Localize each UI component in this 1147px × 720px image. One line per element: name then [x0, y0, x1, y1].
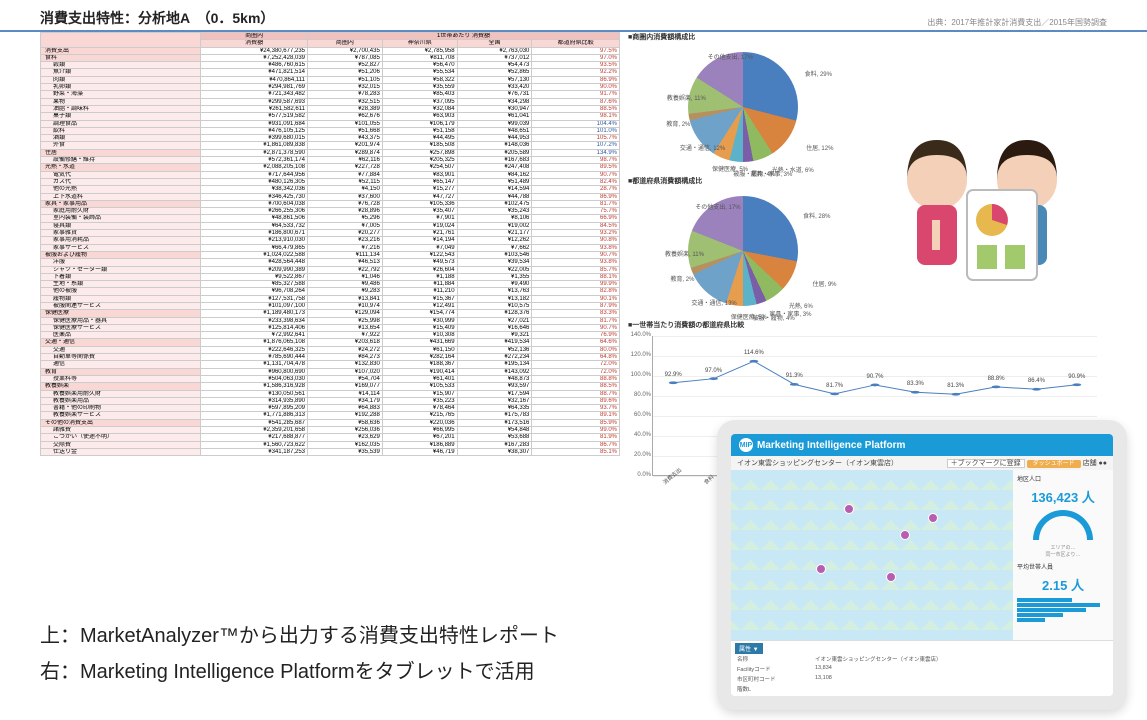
footer-row: 市区町村コード13,108: [735, 674, 1109, 684]
pie-slice-label: その他支出, 17%: [695, 202, 740, 211]
tablet-footer: 属性 ▼ 名称イオン東雲ショッピングセンター（イオン東雲店）Facilityコー…: [731, 640, 1113, 696]
side-label-population: 地区人口: [1017, 474, 1109, 483]
tablet-sub-bar: イオン東雲ショッピングセンター（イオン東雲店） ＋ブックマークに登録 ダッシュボ…: [731, 456, 1113, 470]
line-title: ■一世帯当たり消費額の都道府県比較: [628, 320, 1107, 330]
line-point-label: 83.3%: [907, 381, 924, 387]
tablet-sub-right: 店舗 ●●: [1083, 460, 1107, 467]
pie-slice-label: 教育, 2%: [666, 119, 690, 128]
pie-slice-label: 保健医療, 5%: [731, 312, 767, 321]
tablet-brand: Marketing Intelligence Platform: [757, 440, 905, 451]
line-point-label: 90.7%: [866, 374, 883, 380]
pie-slice-label: 食料, 28%: [803, 211, 830, 220]
line-point-label: 88.8%: [988, 376, 1005, 382]
population-value: 136,423 人: [1017, 487, 1109, 506]
line-point-label: 91.3%: [786, 373, 803, 379]
expenditure-table: 商圏内1世帯あたり 消費額消費額商圏内神奈川県全国都道府県比較消費支出¥24,3…: [40, 32, 620, 488]
footer-row: 階数L: [735, 684, 1109, 694]
page-title: 消費支出特性：分析地A （0．5km）: [40, 8, 274, 28]
pie-slice-label: 教養娯楽, 11%: [667, 93, 706, 102]
line-point-label: 81.3%: [947, 383, 964, 389]
people-illustration: [877, 120, 1107, 320]
dashboard-button[interactable]: ダッシュボード: [1027, 460, 1081, 468]
pie-slice-label: 住居, 9%: [812, 279, 836, 288]
line-point-label: 92.9%: [665, 372, 682, 378]
tablet-app-header: MIP Marketing Intelligence Platform: [731, 434, 1113, 456]
captions: 上：MarketAnalyzer™から出力する消費支出特性レポート 右：Mark…: [40, 618, 559, 690]
bars-icon: [1017, 598, 1109, 622]
gauge-icon: [1033, 510, 1093, 540]
mip-badge: MIP: [739, 438, 753, 452]
pie-slice-label: 教育, 2%: [670, 274, 694, 283]
footer-row: Facilityコード13,834: [735, 664, 1109, 674]
line-point-label: 114.6%: [744, 350, 764, 356]
pie-slice-label: 住居, 12%: [806, 143, 833, 152]
caption-top: 上：MarketAnalyzer™から出力する消費支出特性レポート: [40, 618, 559, 654]
line-point-label: 97.0%: [705, 368, 722, 374]
tablet-mockup: MIP Marketing Intelligence Platform イオン東…: [717, 420, 1127, 710]
pie-slice-label: 教養娯楽, 11%: [665, 249, 704, 258]
footer-title[interactable]: 属性 ▼: [735, 643, 763, 654]
line-point-label: 90.9%: [1068, 374, 1085, 380]
pie-slice-label: 交通・通信, 12%: [680, 143, 725, 152]
side-label-household: 平均世帯人員: [1017, 562, 1109, 571]
pie-slice-label: 食料, 29%: [805, 69, 832, 78]
line-point-label: 86.4%: [1028, 378, 1045, 384]
tablet-subtitle: イオン東雲ショッピングセンター（イオン東雲店）: [737, 458, 898, 468]
household-value: 2.15 人: [1017, 575, 1109, 594]
tablet-side-panel: 地区人口 136,423 人 エリアの…同一市区より… 平均世帯人員 2.15 …: [1013, 470, 1113, 640]
caption-right: 右：Marketing Intelligence Platformをタブレットで…: [40, 654, 559, 690]
gauge-caption: エリアの…同一市区より…: [1017, 544, 1109, 558]
bookmark-button[interactable]: ＋ブックマークに登録: [947, 459, 1025, 468]
footer-row: 名称イオン東雲ショッピングセンター（イオン東雲店）: [735, 654, 1109, 664]
line-point-label: 81.7%: [826, 383, 843, 389]
pie-slice-label: 保健医療, 5%: [712, 164, 748, 173]
source-note: 出典：2017年推計家計消費支出／2015年国勢調査: [927, 17, 1107, 28]
pie-slice-label: その他支出, 17%: [708, 52, 753, 61]
pie1-title: ■商圏内消費額構成比: [628, 32, 1107, 42]
pie-slice-label: 交通・通信, 13%: [691, 298, 736, 307]
tablet-map[interactable]: [731, 470, 1013, 640]
